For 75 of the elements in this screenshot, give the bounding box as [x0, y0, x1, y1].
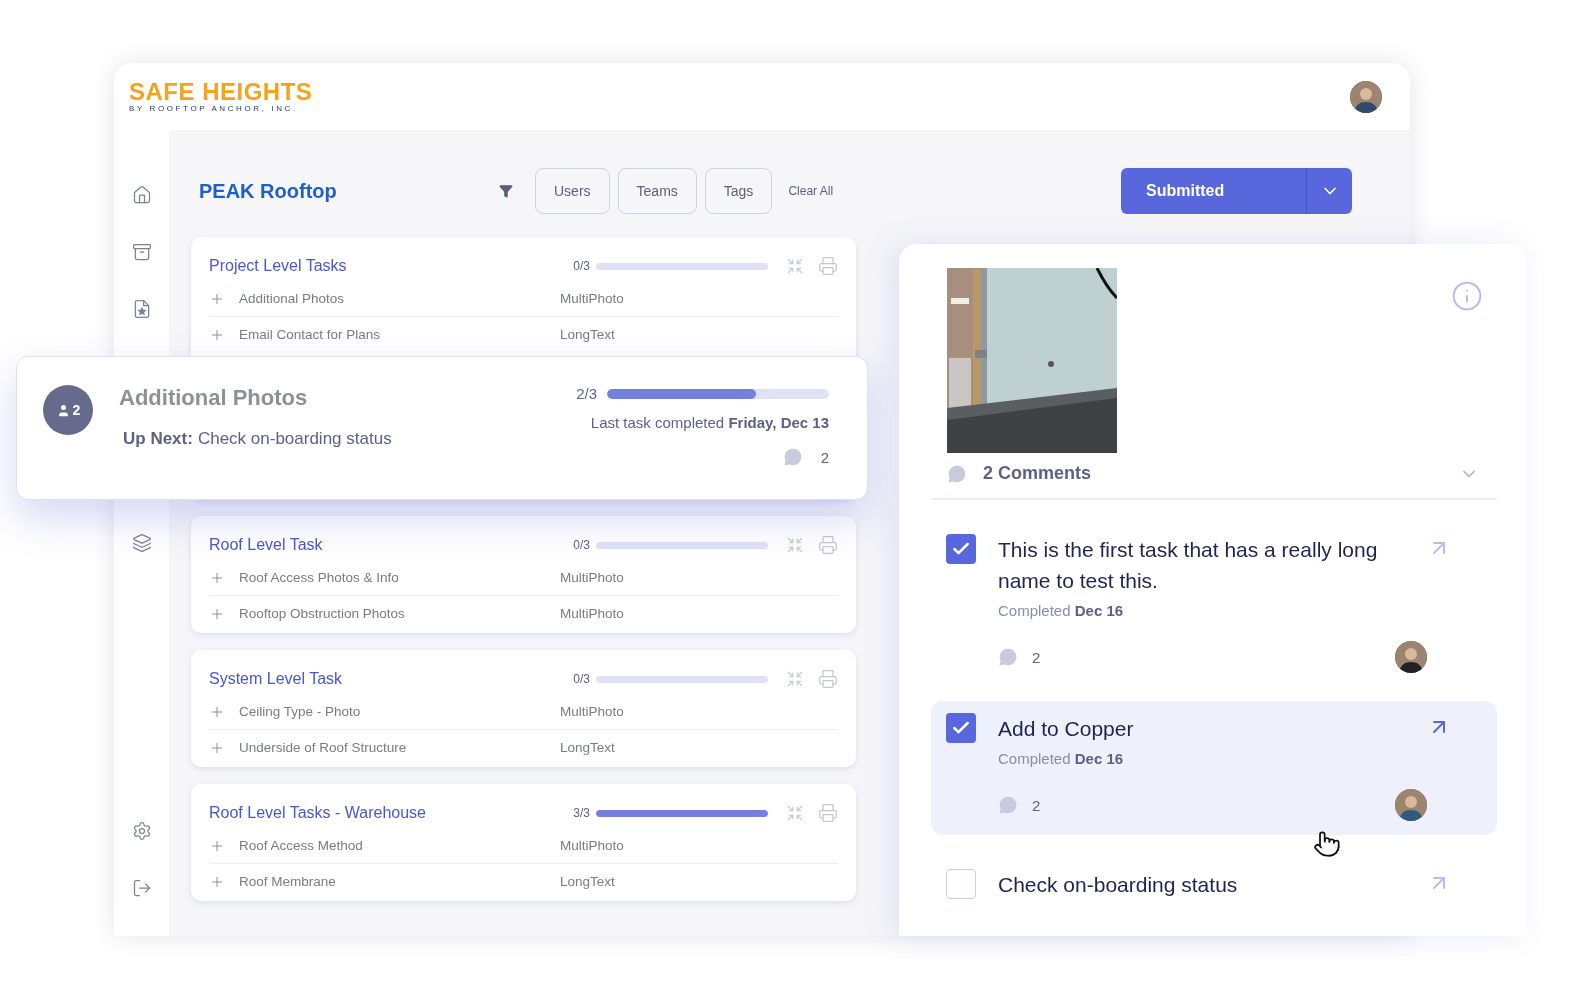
printer-icon[interactable] — [818, 535, 838, 555]
layers-icon[interactable] — [131, 533, 152, 553]
task-title: Add to Copper — [998, 716, 1135, 742]
filter-button[interactable]: Users — [535, 168, 610, 214]
filter-icon[interactable] — [499, 184, 513, 198]
task-name: Rooftop Obstruction Photos — [239, 606, 406, 621]
task-name: Roof Access Photos & Info — [239, 570, 400, 585]
clear-all-link[interactable]: Clear All — [788, 184, 834, 198]
summary-title: Additional Photos — [119, 385, 309, 411]
group-title[interactable]: Roof Level Task — [209, 536, 574, 554]
comment-count: 2 — [1032, 796, 1041, 814]
avatar — [1350, 80, 1382, 113]
pointer-icon — [1313, 830, 1341, 858]
checkbox[interactable] — [946, 534, 976, 564]
task-type: LongText — [560, 327, 616, 342]
checkbox[interactable] — [946, 713, 976, 743]
project-title: PEAK Rooftop — [199, 179, 338, 203]
checkbox[interactable] — [946, 869, 976, 899]
settings-icon[interactable] — [131, 821, 152, 841]
comment-icon — [947, 463, 967, 484]
info-icon[interactable] — [1451, 280, 1483, 312]
filter-button[interactable]: Teams — [617, 168, 697, 214]
task-type: LongText — [560, 874, 616, 889]
progress-count: 2/3 — [576, 385, 597, 402]
completed-text: Completed Dec 16 — [998, 602, 1125, 619]
task-name: Roof Membrane — [239, 874, 337, 889]
comments-label[interactable]: 2 Comments — [983, 463, 1459, 484]
group-title[interactable]: Roof Level Tasks - Warehouse — [209, 804, 574, 822]
printer-icon[interactable] — [818, 803, 838, 823]
task-title: Check on-boarding status — [998, 872, 1239, 898]
comment-icon — [998, 795, 1018, 815]
task-title: This is the first task that has a really long name to test this. — [998, 537, 1379, 594]
task-name: Email Contact for Plans — [239, 327, 382, 342]
up-next-label: Up Next: — [123, 429, 193, 449]
comment-count: 2 — [1032, 648, 1041, 666]
comment-icon — [998, 647, 1018, 667]
logout-icon[interactable] — [131, 878, 152, 898]
task-type: MultiPhoto — [560, 606, 625, 621]
task-item[interactable]: Check on-boarding status — [931, 857, 1497, 914]
avatar — [1395, 789, 1427, 821]
collapse-icon[interactable] — [786, 536, 804, 554]
home-icon[interactable] — [131, 185, 152, 205]
progress-count: 0/3 — [573, 259, 590, 273]
logo-name: SAFE HEIGHTS — [129, 80, 313, 104]
progress-count: 3/3 — [573, 806, 590, 820]
task-type: MultiPhoto — [560, 704, 625, 719]
completed-text: Completed Dec 16 — [998, 750, 1125, 767]
logo-tagline: BY ROOFTOP ANCHOR, INC. — [129, 104, 299, 113]
task-type: LongText — [560, 740, 616, 755]
group-title[interactable]: Project Level Tasks — [209, 257, 574, 275]
task-type: MultiPhoto — [560, 838, 625, 853]
collapse-icon[interactable] — [786, 257, 804, 275]
task-name: Underside of Roof Structure — [239, 740, 408, 755]
task-item[interactable]: Add to Copper Completed Dec 16 2 — [931, 701, 1497, 835]
avatar — [1395, 641, 1427, 673]
task-type: MultiPhoto — [560, 570, 625, 585]
comment-icon — [782, 447, 803, 467]
task-item[interactable]: This is the first task that has a really long name to test this. Completed Dec 16 2 — [931, 522, 1497, 687]
progress-count: 0/3 — [573, 672, 590, 686]
collapse-icon[interactable] — [786, 804, 804, 822]
group-title[interactable]: System Level Task — [209, 670, 574, 688]
filter-button[interactable]: Tags — [704, 168, 773, 214]
task-name: Roof Access Method — [239, 838, 364, 853]
task-name: Ceiling Type - Photo — [239, 704, 362, 719]
task-type: MultiPhoto — [560, 291, 625, 306]
progress-count: 0/3 — [573, 538, 590, 552]
collapse-icon[interactable] — [786, 670, 804, 688]
comment-count: 2 — [820, 448, 829, 466]
task-name: Additional Photos — [239, 291, 346, 306]
printer-icon[interactable] — [818, 256, 838, 276]
archive-icon[interactable] — [131, 242, 152, 262]
last-completed-text: Last task completed Friday, Dec 13 — [590, 414, 829, 431]
up-next-task: Check on-boarding status — [197, 429, 392, 449]
assignee-badge: 2 — [43, 385, 93, 435]
printer-icon[interactable] — [818, 669, 838, 689]
